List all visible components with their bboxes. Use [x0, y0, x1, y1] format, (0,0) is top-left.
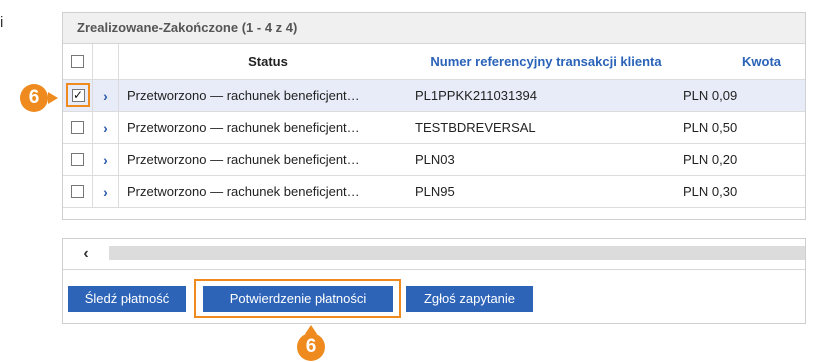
- step-callout-badge: 6: [297, 325, 325, 361]
- scrollbar-thumb[interactable]: [109, 246, 805, 260]
- scroll-left-icon[interactable]: ‹: [75, 245, 97, 262]
- row-amount: PLN 0,50: [683, 120, 738, 135]
- row-checkbox[interactable]: ✓: [71, 88, 85, 102]
- row-amount: PLN 0,20: [683, 152, 738, 167]
- table-row[interactable]: › Przetworzono — rachunek beneficjent… P…: [63, 144, 805, 176]
- row-status: Przetworzono — rachunek beneficjent…: [127, 152, 360, 167]
- column-header-reference[interactable]: Numer referencyjny transakcji klienta: [409, 44, 677, 79]
- expand-chevron-icon[interactable]: ›: [103, 184, 108, 200]
- row-reference: PL1PPKK211031394: [415, 88, 537, 103]
- column-header-status[interactable]: Status: [119, 44, 409, 79]
- expand-chevron-icon[interactable]: ›: [103, 88, 108, 104]
- checkbox-highlight: ✓: [66, 83, 90, 107]
- row-checkbox[interactable]: [71, 185, 84, 198]
- table-row[interactable]: › Przetworzono — rachunek beneficjent… P…: [63, 176, 805, 208]
- row-reference: PLN95: [415, 184, 455, 199]
- row-reference: PLN03: [415, 152, 455, 167]
- table-row[interactable]: › Przetworzono — rachunek beneficjent… T…: [63, 112, 805, 144]
- row-status: Przetworzono — rachunek beneficjent…: [127, 120, 360, 135]
- action-panel: ‹ Śledź płatność Potwierdzenie płatności…: [62, 238, 806, 324]
- row-status: Przetworzono — rachunek beneficjent…: [127, 88, 360, 103]
- row-reference: TESTBDREVERSAL: [415, 120, 536, 135]
- payment-confirmation-button[interactable]: Potwierdzenie płatności: [203, 286, 393, 312]
- row-amount: PLN 0,09: [683, 88, 738, 103]
- row-status: Przetworzono — rachunek beneficjent…: [127, 184, 360, 199]
- submit-inquiry-button[interactable]: Zgłoś zapytanie: [406, 286, 533, 312]
- table-header-row: Status Numer referencyjny transakcji kli…: [63, 44, 805, 80]
- table-title: Zrealizowane-Zakończone (1 - 4 z 4): [63, 13, 805, 44]
- table-row[interactable]: ✓ › Przetworzono — rachunek beneficjent……: [63, 80, 805, 112]
- row-checkbox[interactable]: [71, 153, 84, 166]
- row-checkbox[interactable]: [71, 121, 84, 134]
- track-payment-button[interactable]: Śledź płatność: [68, 286, 186, 312]
- row-amount: PLN 0,30: [683, 184, 738, 199]
- column-header-amount[interactable]: Kwota: [677, 44, 805, 79]
- horizontal-scrollbar[interactable]: ‹: [63, 239, 805, 270]
- stray-text: i: [0, 14, 4, 31]
- expand-chevron-icon[interactable]: ›: [103, 120, 108, 136]
- transactions-table: Zrealizowane-Zakończone (1 - 4 z 4) Stat…: [62, 12, 806, 220]
- select-all-checkbox[interactable]: [71, 55, 84, 68]
- step-callout-badge: 6: [20, 84, 58, 112]
- expand-chevron-icon[interactable]: ›: [103, 152, 108, 168]
